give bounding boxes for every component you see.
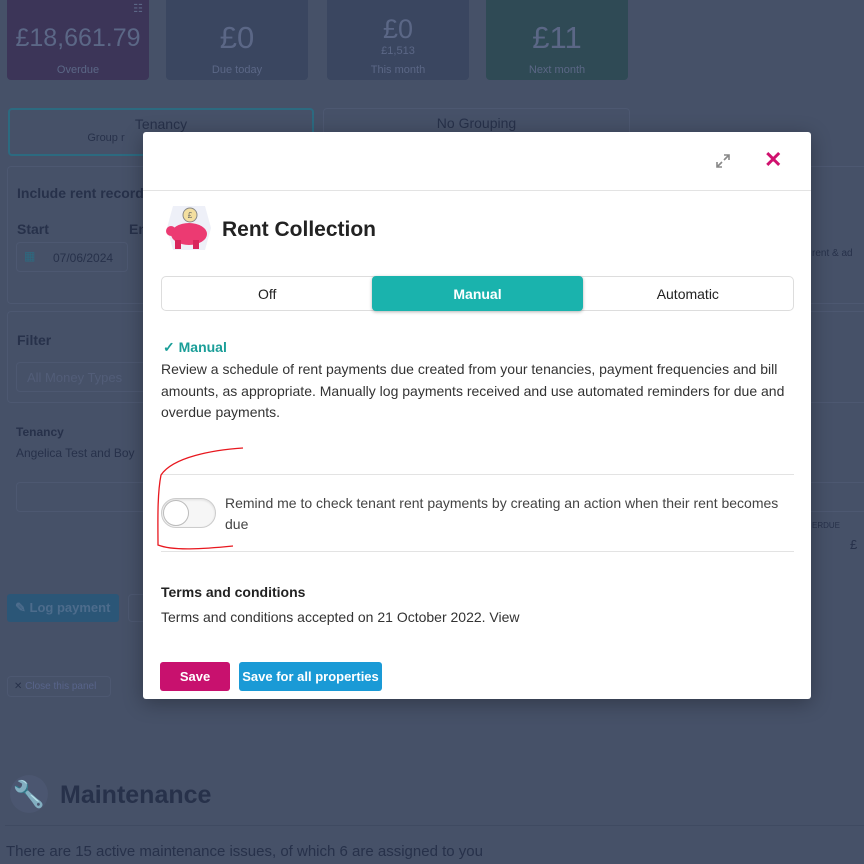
maintenance-summary: There are 15 active maintenance issues, … bbox=[6, 843, 483, 860]
overdue-amount: £18,661.79 bbox=[15, 24, 141, 52]
terms-heading: Terms and conditions bbox=[161, 584, 306, 600]
mode-manual-tab[interactable]: Manual bbox=[372, 276, 583, 311]
rent-collection-modal: ✕ £ Rent Collection Off Manual Automatic… bbox=[143, 132, 811, 699]
close-x-icon: ✕ bbox=[14, 681, 26, 692]
right-partial-text: rent & ad bbox=[812, 248, 853, 259]
this-month-label: This month bbox=[370, 64, 426, 76]
mode-off-tab[interactable]: Off bbox=[162, 277, 372, 310]
modal-header-divider bbox=[143, 190, 811, 191]
check-icon: ✓ bbox=[163, 339, 179, 355]
overdue-card[interactable]: ☷ £18,661.79 Overdue bbox=[7, 0, 149, 80]
start-date-value: 07/06/2024 bbox=[53, 251, 114, 265]
reminder-bottom-divider bbox=[161, 551, 794, 552]
maintenance-divider bbox=[5, 825, 864, 826]
due-today-amount: £0 bbox=[219, 20, 255, 55]
save-button[interactable]: Save bbox=[160, 662, 230, 691]
calendar-icon: ▦ bbox=[24, 249, 36, 263]
reminder-top-divider bbox=[161, 474, 794, 475]
mode-selector: Off Manual Automatic bbox=[161, 276, 794, 311]
right-overdue-amount: £ bbox=[850, 537, 858, 552]
close-icon[interactable]: ✕ bbox=[764, 147, 782, 173]
reminder-toggle-label: Remind me to check tenant rent payments … bbox=[225, 495, 779, 532]
selected-mode-heading: ✓ Manual bbox=[163, 339, 227, 356]
list-icon[interactable]: ☷ bbox=[133, 2, 143, 15]
start-label: Start bbox=[17, 221, 49, 237]
selected-mode-label: Manual bbox=[178, 339, 227, 355]
overdue-label: Overdue bbox=[56, 64, 100, 76]
close-panel-button[interactable]: ✕ Close this panel bbox=[7, 676, 111, 697]
this-month-amount: £0 bbox=[382, 14, 414, 44]
tenancy-label: Tenancy bbox=[16, 425, 64, 439]
this-month-sub: £1,513 bbox=[381, 45, 415, 57]
right-overdue-label: ERDUE bbox=[812, 521, 841, 530]
next-month-card[interactable]: £11 Next month bbox=[486, 0, 628, 80]
terms-text[interactable]: Terms and conditions accepted on 21 Octo… bbox=[161, 609, 520, 625]
expand-icon[interactable] bbox=[715, 153, 731, 169]
edit-icon: ✎ bbox=[15, 600, 30, 615]
date-range-heading: Include rent record bbox=[17, 185, 144, 201]
group-none-label: No Grouping bbox=[436, 115, 517, 131]
start-date-input[interactable]: ▦ 07/06/2024 bbox=[16, 242, 128, 272]
tenancy-value: Angelica Test and Boy bbox=[16, 446, 135, 460]
group-tenancy-label: Tenancy bbox=[134, 116, 188, 132]
next-month-amount: £11 bbox=[532, 20, 582, 55]
close-panel-label: Close this panel bbox=[25, 681, 97, 692]
red-annotation-bracket bbox=[157, 447, 244, 550]
next-month-label: Next month bbox=[528, 64, 586, 76]
piggy-bank-icon: £ bbox=[166, 206, 211, 250]
log-payment-label: Log payment bbox=[29, 600, 111, 615]
svg-text:£: £ bbox=[188, 211, 193, 220]
modal-title: Rent Collection bbox=[222, 218, 377, 241]
money-type-placeholder: All Money Types bbox=[27, 370, 123, 385]
due-today-card[interactable]: £0 Due today bbox=[166, 0, 308, 80]
wrench-icon: 🔧 bbox=[10, 775, 48, 813]
due-today-label: Due today bbox=[211, 64, 263, 76]
save-all-properties-button[interactable]: Save for all properties bbox=[239, 662, 382, 691]
filter-heading: Filter bbox=[17, 332, 52, 348]
this-month-card[interactable]: £0 £1,513 This month bbox=[327, 0, 469, 80]
mode-automatic-tab[interactable]: Automatic bbox=[583, 277, 793, 310]
mode-description: Review a schedule of rent payments due c… bbox=[161, 361, 785, 420]
log-payment-button[interactable]: ✎ Log payment bbox=[7, 594, 119, 622]
maintenance-title: Maintenance bbox=[60, 781, 212, 809]
